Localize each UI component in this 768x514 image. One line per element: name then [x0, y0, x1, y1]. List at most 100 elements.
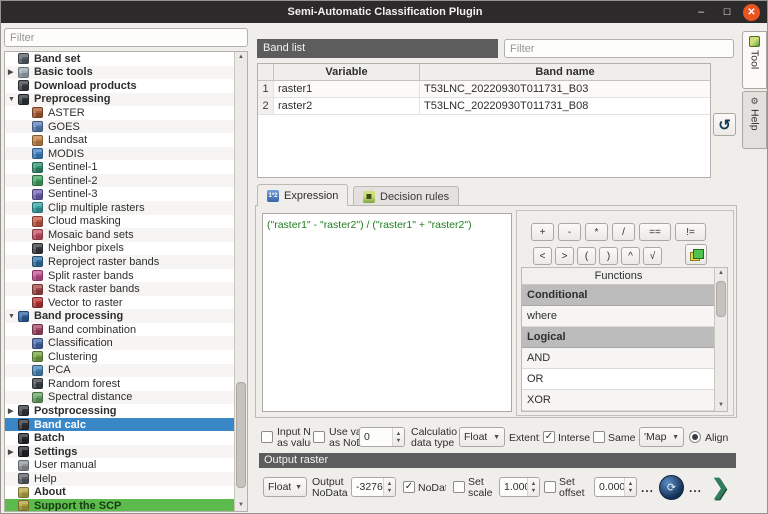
band-list-filter-input[interactable] — [504, 39, 734, 58]
sidebar-item-landsat[interactable]: Landsat — [5, 133, 234, 147]
operator-button-minus[interactable]: - — [558, 223, 581, 241]
output-nodata-checkbox[interactable]: ✓ — [403, 481, 415, 493]
sidebar-item-sentinel-2[interactable]: Sentinel-2 — [5, 174, 234, 188]
set-scale-checkbox[interactable] — [453, 481, 465, 493]
close-button[interactable]: ✕ — [743, 4, 760, 21]
function-item-logical[interactable]: Logical — [522, 327, 715, 348]
operator-button-power[interactable]: ^ — [621, 247, 640, 265]
scroll-down-icon[interactable]: ▼ — [235, 500, 247, 511]
output-nodata-spinbox[interactable]: -32768 ▲▼ — [351, 477, 396, 497]
sidebar-item-clustering[interactable]: Clustering — [5, 350, 234, 364]
function-item-conditional[interactable]: Conditional — [522, 285, 715, 306]
sidebar-item-modis[interactable]: MODIS — [5, 147, 234, 161]
calculation-data-type-select[interactable]: Float ▼ — [459, 427, 505, 447]
side-tab-help[interactable]: ⚙ Help — [742, 91, 767, 149]
map-extent-select[interactable]: 'Map CRS' ▼ — [639, 427, 684, 447]
sidebar-item-classification[interactable]: Classification — [5, 336, 234, 350]
operator-button-not-equals[interactable]: != — [675, 223, 706, 241]
sidebar-item-pca[interactable]: PCA — [5, 364, 234, 378]
ellipsis-button-1[interactable]: ... — [641, 481, 654, 495]
functions-scrollbar[interactable]: ▲ ▼ — [714, 268, 727, 411]
sidebar-item-spectral-distance[interactable]: Spectral distance — [5, 391, 234, 405]
expanded-arrow-icon[interactable]: ▼ — [8, 96, 18, 103]
use-value-nodata-checkbox[interactable] — [313, 431, 325, 443]
tab-decision-rules[interactable]: ▦ Decision rules — [353, 186, 459, 206]
same-as-checkbox[interactable] — [593, 431, 605, 443]
sidebar-item-neighbor-pixels[interactable]: Neighbor pixels — [5, 242, 234, 256]
operator-button-multiply[interactable]: * — [585, 223, 608, 241]
operator-button-divide[interactable]: / — [612, 223, 635, 241]
sidebar-item-batch[interactable]: Batch — [5, 431, 234, 445]
sidebar-item-goes[interactable]: GOES — [5, 120, 234, 134]
function-item-where[interactable]: where — [522, 306, 715, 327]
sidebar-item-split-raster-bands[interactable]: Split raster bands — [5, 269, 234, 283]
run-button[interactable]: ❯ — [706, 473, 734, 501]
sidebar-item-mosaic-band-sets[interactable]: Mosaic band sets — [5, 228, 234, 242]
function-item-xor[interactable]: XOR — [522, 390, 715, 411]
spin-arrows-icon[interactable]: ▲▼ — [527, 478, 539, 496]
collapsed-arrow-icon[interactable]: ▶ — [8, 448, 18, 456]
sidebar-item-stack-raster-bands[interactable]: Stack raster bands — [5, 282, 234, 296]
column-band-name[interactable]: Band name — [420, 64, 710, 80]
sidebar-item-support-the-scp[interactable]: Support the SCP — [5, 499, 234, 512]
sidebar-item-sentinel-3[interactable]: Sentinel-3 — [5, 187, 234, 201]
function-item-or[interactable]: OR — [522, 369, 715, 390]
sidebar-item-settings[interactable]: ▶Settings — [5, 445, 234, 459]
band-set-layers-button[interactable] — [685, 244, 707, 265]
spin-arrows-icon[interactable]: ▲▼ — [392, 428, 404, 446]
band-table-row[interactable]: 2raster2T53LNC_20220930T011731_B08 — [258, 98, 710, 115]
sidebar-item-basic-tools[interactable]: ▶Basic tools — [5, 66, 234, 80]
scroll-up-icon[interactable]: ▲ — [715, 268, 727, 279]
scrollbar-thumb[interactable] — [236, 382, 246, 488]
minimize-button[interactable]: – — [693, 4, 709, 20]
function-item-and[interactable]: AND — [522, 348, 715, 369]
sidebar-item-band-processing[interactable]: ▼Band processing — [5, 309, 234, 323]
band-table-row[interactable]: 1raster1T53LNC_20220930T011731_B03 — [258, 81, 710, 98]
scrollbar-thumb[interactable] — [716, 281, 726, 317]
ellipsis-button-2[interactable]: ... — [689, 481, 702, 495]
sidebar-item-random-forest[interactable]: Random forest — [5, 377, 234, 391]
set-offset-checkbox[interactable] — [544, 481, 556, 493]
sidebar-item-reproject-raster-bands[interactable]: Reproject raster bands — [5, 255, 234, 269]
sidebar-item-postprocessing[interactable]: ▶Postprocessing — [5, 404, 234, 418]
sidebar-item-clip-multiple-rasters[interactable]: Clip multiple rasters — [5, 201, 234, 215]
spin-arrows-icon[interactable]: ▲▼ — [624, 478, 636, 496]
operator-button-open-paren[interactable]: ( — [577, 247, 596, 265]
expression-input[interactable]: ("raster1" - "raster2") / ("raster1" + "… — [262, 213, 512, 412]
offset-spinbox[interactable]: 0.000 ▲▼ — [594, 477, 637, 497]
side-tab-tool[interactable]: Tool — [742, 31, 767, 89]
sidebar-scrollbar[interactable]: ▲ ▼ — [234, 52, 247, 511]
scroll-up-icon[interactable]: ▲ — [235, 52, 247, 63]
align-radio[interactable] — [689, 431, 701, 443]
batch-script-button[interactable]: ⟳ — [659, 475, 684, 500]
sidebar-item-band-combination[interactable]: Band combination — [5, 323, 234, 337]
sidebar-item-user-manual[interactable]: User manual — [5, 458, 234, 472]
input-nodata-checkbox[interactable] — [261, 431, 273, 443]
sidebar-item-sentinel-1[interactable]: Sentinel-1 — [5, 160, 234, 174]
sidebar-item-preprocessing[interactable]: ▼Preprocessing — [5, 93, 234, 107]
collapsed-arrow-icon[interactable]: ▶ — [8, 68, 18, 76]
refresh-band-list-button[interactable]: ↺ — [713, 113, 736, 136]
operator-button-less-than[interactable]: < — [533, 247, 552, 265]
nodata-value-spinbox[interactable]: 0 ▲▼ — [359, 427, 405, 447]
scale-spinbox[interactable]: 1.000 ▲▼ — [499, 477, 540, 497]
sidebar-item-band-set[interactable]: Band set — [5, 52, 234, 66]
expanded-arrow-icon[interactable]: ▼ — [8, 313, 18, 320]
operator-button-equals[interactable]: == — [639, 223, 671, 241]
sidebar-item-about[interactable]: About — [5, 486, 234, 500]
spin-arrows-icon[interactable]: ▲▼ — [383, 478, 395, 496]
operator-button-close-paren[interactable]: ) — [599, 247, 618, 265]
sidebar-item-help[interactable]: Help — [5, 472, 234, 486]
sidebar-item-cloud-masking[interactable]: Cloud masking — [5, 215, 234, 229]
column-variable[interactable]: Variable — [274, 64, 420, 80]
scroll-down-icon[interactable]: ▼ — [715, 400, 727, 411]
tab-expression[interactable]: 1*2 Expression — [257, 184, 348, 206]
sidebar-item-band-calc[interactable]: Band calc — [5, 418, 234, 432]
sidebar-item-aster[interactable]: ASTER — [5, 106, 234, 120]
output-type-select[interactable]: Float ▼ — [263, 477, 307, 497]
operator-button-square-root[interactable]: √ — [643, 247, 662, 265]
sidebar-item-vector-to-raster[interactable]: Vector to raster — [5, 296, 234, 310]
maximize-button[interactable]: ☐ — [719, 4, 735, 20]
sidebar-item-download-products[interactable]: Download products — [5, 79, 234, 93]
intersection-checkbox[interactable]: ✓ — [543, 431, 555, 443]
